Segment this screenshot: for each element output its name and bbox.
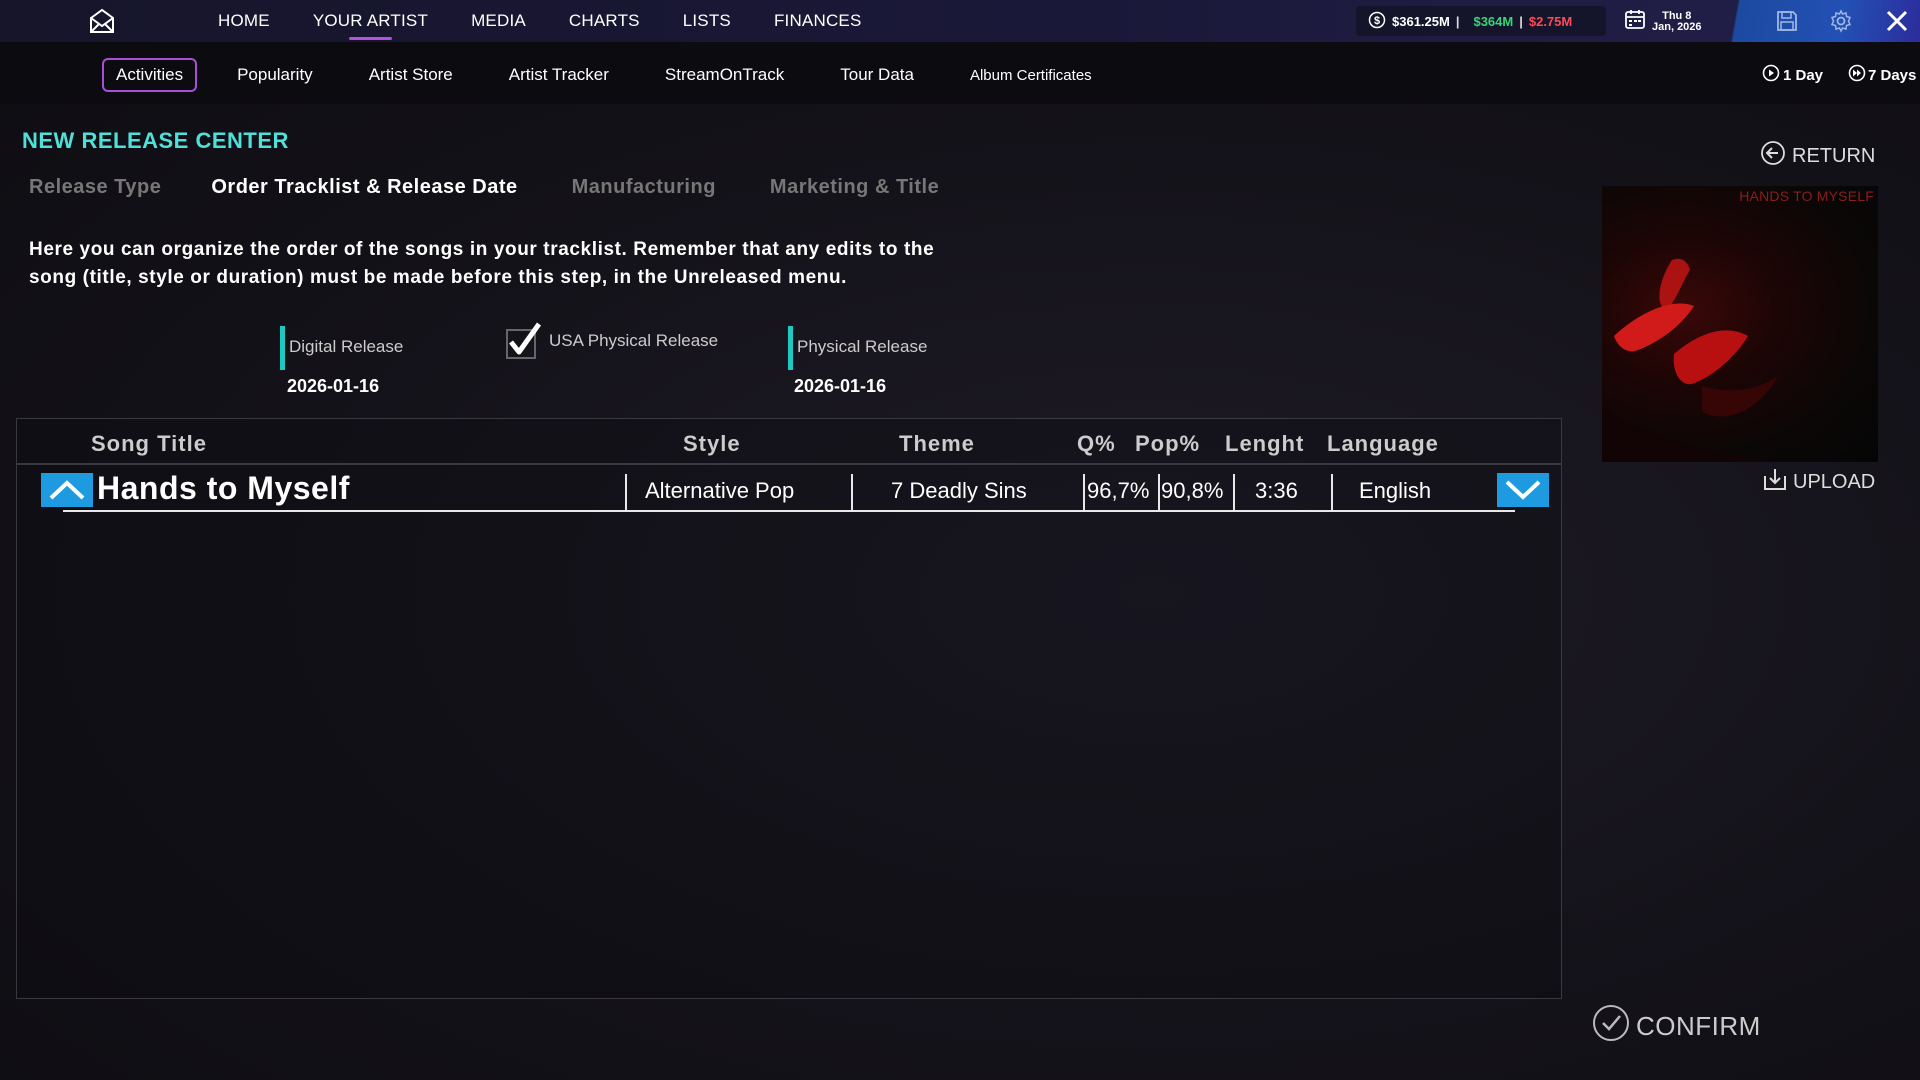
nav-home[interactable]: HOME — [218, 11, 270, 31]
tracklist-table: Song Title Style Theme Q% Pop% Lenght La… — [16, 418, 1562, 999]
tab-artist-tracker[interactable]: Artist Tracker — [509, 58, 609, 92]
instructions-line: Here you can organize the order of the s… — [29, 239, 935, 260]
back-arrow-icon — [1760, 140, 1786, 172]
checkmark-icon — [505, 322, 542, 359]
money-separator: | — [1519, 13, 1523, 29]
seven-days-button[interactable]: 7 Days — [1848, 64, 1916, 86]
cover-title-text: HANDS TO MYSELF — [1739, 188, 1874, 204]
usa-physical-release-checkbox[interactable]: USA Physical Release — [505, 322, 719, 359]
step-marketing-title[interactable]: Marketing & Title — [770, 176, 939, 199]
nav-lists[interactable]: LISTS — [683, 11, 731, 31]
move-up-button[interactable] — [41, 473, 93, 507]
tab-album-certificates[interactable]: Album Certificates — [970, 58, 1092, 92]
column-divider — [1233, 474, 1235, 510]
nav-charts[interactable]: CHARTS — [569, 11, 640, 31]
header-theme: Theme — [899, 431, 975, 456]
instructions-line: song (title, style or duration) must be … — [29, 267, 848, 288]
column-divider — [1158, 474, 1160, 510]
table-header: Song Title Style Theme Q% Pop% Lenght La… — [17, 419, 1561, 465]
fast-forward-icon — [1848, 64, 1866, 86]
money-summary[interactable]: $ $361.25M | $364M | $2.75M — [1356, 6, 1606, 36]
confirm-button[interactable]: CONFIRM — [1592, 1004, 1761, 1049]
date-day: Thu 8 — [1662, 9, 1692, 22]
physical-release-label: Physical Release — [797, 337, 928, 356]
column-divider — [1331, 474, 1333, 510]
header-language: Language — [1327, 431, 1439, 456]
song-quality: 96,7% — [1087, 478, 1150, 503]
tab-popularity[interactable]: Popularity — [237, 58, 313, 92]
instructions-text: Here you can organize the order of the s… — [29, 236, 1089, 292]
dollar-icon: $ — [1368, 11, 1386, 32]
svg-text:$: $ — [1374, 15, 1380, 27]
field-accent-bar — [788, 326, 793, 370]
money-expense: $2.75M — [1528, 13, 1573, 29]
tab-activities[interactable]: Activities — [102, 58, 198, 92]
money-total: $361.25M — [1392, 13, 1450, 29]
column-divider — [625, 474, 627, 510]
upload-label: UPLOAD — [1793, 470, 1876, 493]
sub-nav-bar: Activities Popularity Artist Store Artis… — [0, 42, 1920, 104]
column-divider — [1083, 474, 1085, 510]
one-day-label: 1 Day — [1783, 66, 1824, 84]
upload-icon — [1762, 466, 1788, 498]
close-icon[interactable] — [1884, 9, 1910, 33]
song-title: Hands to Myself — [97, 469, 350, 506]
upload-button[interactable]: UPLOAD — [1762, 466, 1875, 498]
song-language: English — [1359, 478, 1432, 503]
release-steps: Release Type Order Tracklist & Release D… — [29, 176, 993, 199]
top-bar: HOME YOUR ARTIST MEDIA CHARTS LISTS FINA… — [0, 0, 1920, 42]
header-length: Lenght — [1225, 431, 1305, 456]
digital-release-date[interactable]: 2026-01-16 — [287, 376, 379, 397]
song-style: Alternative Pop — [645, 478, 795, 503]
play-icon — [1762, 64, 1780, 86]
nav-finances[interactable]: FINANCES — [774, 11, 862, 31]
calendar-icon — [1624, 8, 1646, 35]
gear-icon[interactable] — [1828, 9, 1854, 33]
digital-release-label: Digital Release — [289, 337, 404, 356]
nav-media[interactable]: MEDIA — [471, 11, 526, 31]
top-right-panel — [1726, 0, 1920, 42]
nav-your-artist[interactable]: YOUR ARTIST — [313, 11, 428, 40]
return-button[interactable]: RETURN — [1760, 140, 1875, 172]
money-separator: | — [1455, 13, 1460, 29]
header-popularity: Pop% — [1135, 431, 1201, 456]
chevron-down-icon — [1505, 480, 1541, 500]
date-month-year: Jan, 2026 — [1652, 20, 1702, 33]
step-manufacturing[interactable]: Manufacturing — [572, 176, 716, 199]
page-title: NEW RELEASE CENTER — [22, 128, 289, 153]
mail-icon[interactable] — [86, 6, 118, 36]
song-popularity: 90,8% — [1161, 478, 1224, 503]
row-underline — [63, 510, 1515, 512]
tab-streamontrack[interactable]: StreamOnTrack — [665, 58, 784, 92]
header-style: Style — [683, 431, 741, 456]
tab-tour-data[interactable]: Tour Data — [840, 58, 914, 92]
move-down-button[interactable] — [1497, 473, 1549, 507]
cover-artwork — [1602, 258, 1782, 462]
seven-days-label: 7 Days — [1868, 66, 1917, 84]
one-day-button[interactable]: 1 Day — [1762, 64, 1823, 86]
sub-nav: Activities Popularity Artist Store Artis… — [102, 58, 1148, 92]
physical-release-date[interactable]: 2026-01-16 — [794, 376, 886, 397]
save-icon[interactable] — [1774, 9, 1800, 33]
date-display[interactable]: Thu 8 Jan, 2026 — [1624, 8, 1702, 35]
header-song-title: Song Title — [91, 431, 207, 456]
tab-artist-store[interactable]: Artist Store — [369, 58, 453, 92]
check-circle-icon — [1592, 1004, 1630, 1049]
song-length: 3:36 — [1255, 478, 1298, 503]
return-label: RETURN — [1792, 144, 1876, 167]
chevron-up-icon — [49, 480, 85, 500]
header-quality: Q% — [1077, 431, 1116, 456]
main-nav: HOME YOUR ARTIST MEDIA CHARTS LISTS FINA… — [218, 0, 905, 42]
song-theme: 7 Deadly Sins — [891, 478, 1027, 503]
step-release-type[interactable]: Release Type — [29, 176, 161, 199]
column-divider — [851, 474, 853, 510]
field-accent-bar — [280, 326, 285, 370]
date-text: Thu 8 Jan, 2026 — [1652, 9, 1702, 33]
album-cover[interactable]: HANDS TO MYSELF — [1602, 186, 1878, 462]
step-order-tracklist[interactable]: Order Tracklist & Release Date — [211, 176, 517, 199]
confirm-label: CONFIRM — [1636, 1011, 1761, 1041]
table-row[interactable]: Hands to Myself Alternative Pop 7 Deadly… — [41, 469, 1551, 515]
usa-physical-release-label: USA Physical Release — [549, 331, 719, 350]
money-income: $364M — [1473, 13, 1514, 29]
